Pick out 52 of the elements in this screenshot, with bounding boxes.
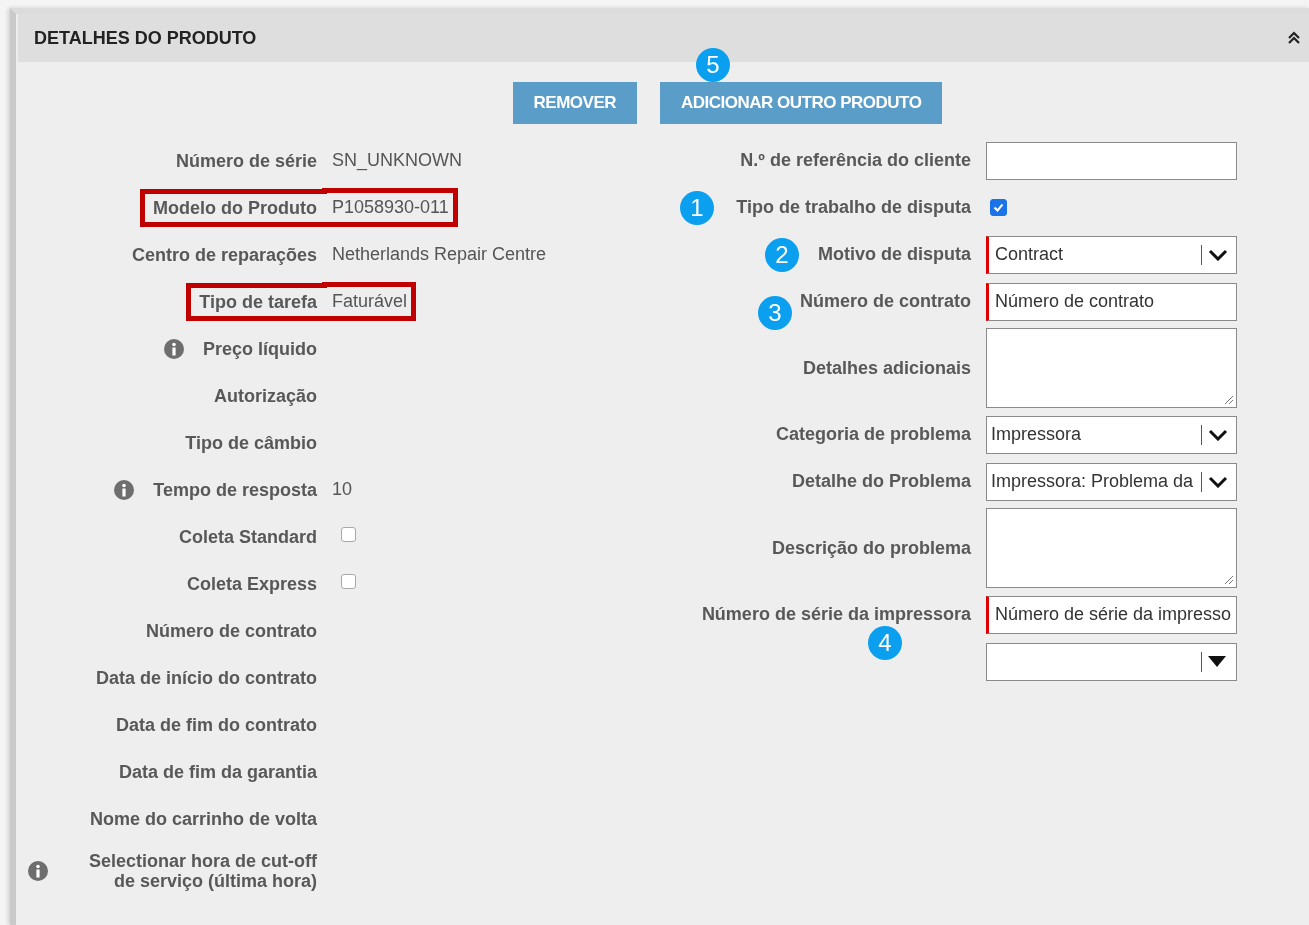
callout-badge: 5 xyxy=(696,48,731,82)
field-label: Preço líquido xyxy=(202,337,318,361)
field-label: Número de série xyxy=(174,149,318,173)
select-field[interactable] xyxy=(986,642,1237,681)
input-field[interactable]: Número de contrato xyxy=(986,282,1237,321)
checkbox[interactable] xyxy=(341,527,356,542)
field-label: Data de fim da garantia xyxy=(117,760,318,784)
text-area[interactable] xyxy=(986,508,1237,588)
field-label: Coleta Standard xyxy=(177,525,318,549)
text-area[interactable] xyxy=(986,328,1237,408)
check-icon xyxy=(993,201,1004,213)
field-label: Descrição do problema xyxy=(771,537,971,559)
field-value: Netherlands Repair Centre xyxy=(331,243,548,266)
field-label: Detalhes adicionais xyxy=(802,357,971,379)
field-label: Número de contrato xyxy=(144,619,318,643)
field-label: Autorização xyxy=(212,384,318,408)
checkbox[interactable] xyxy=(990,198,1007,216)
field-label: Selectionar hora de cut-off de serviço (última hora) xyxy=(87,850,318,893)
field-label: Tipo de trabalho de disputa xyxy=(736,197,971,218)
field-label: Tipo de tarefa xyxy=(186,282,327,321)
callout-badge: 4 xyxy=(868,625,902,660)
field-label: Coleta Express xyxy=(185,572,318,596)
field-value: SN_UNKNOWN xyxy=(331,149,463,173)
field-label: Detalhe do Problema xyxy=(791,471,971,492)
field-label: Data de fim do contrato xyxy=(115,713,318,737)
field-label: N.º de referência do cliente xyxy=(740,150,971,171)
callout-badge: 3 xyxy=(758,295,792,330)
field-label: Data de início do contrato xyxy=(94,666,318,690)
collapse-icon[interactable] xyxy=(1287,31,1301,45)
resize-grip-icon xyxy=(1222,573,1234,585)
field-label: Número de série da impressora xyxy=(701,604,971,625)
callout-badge: 1 xyxy=(680,190,714,225)
callout-badge: 2 xyxy=(765,237,799,272)
field-label: Categoria de problema xyxy=(775,424,971,445)
select-field[interactable]: Contract xyxy=(986,235,1237,274)
field-label: Tipo de câmbio xyxy=(184,431,318,455)
field-value: Faturável xyxy=(322,282,417,321)
input-field[interactable]: Número de série da impresso xyxy=(986,595,1237,634)
select-field[interactable]: Impressora: Problema da xyxy=(986,462,1237,501)
checkbox[interactable] xyxy=(341,574,356,589)
field-label: Número de contrato xyxy=(799,291,971,312)
input-field[interactable] xyxy=(986,141,1237,180)
field-value: P1058930-011 xyxy=(322,188,458,227)
field-label: Nome do carrinho de volta xyxy=(88,807,318,831)
field-label: Motivo de disputa xyxy=(818,244,971,265)
resize-grip-icon xyxy=(1222,393,1234,405)
select-field[interactable]: Impressora xyxy=(986,415,1237,454)
panel-title: DETALHES DO PRODUTO xyxy=(34,27,257,49)
field-label: Tempo de resposta xyxy=(152,478,318,502)
field-label: Modelo do Produto xyxy=(140,188,327,227)
field-value: 10 xyxy=(331,478,354,501)
field-label: Centro de reparações xyxy=(130,243,318,267)
